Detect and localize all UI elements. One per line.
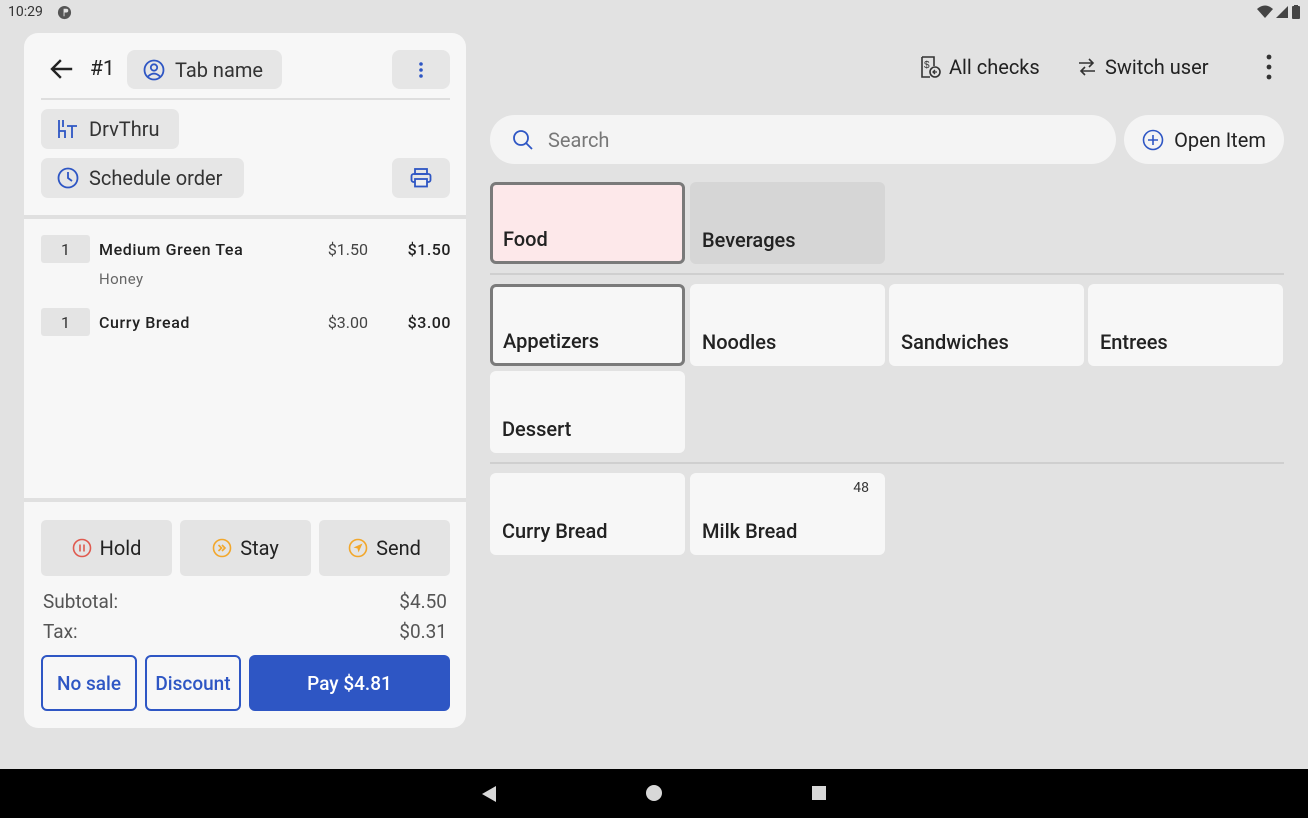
vertical-dots-icon	[419, 61, 423, 78]
open-item-label: Open Item	[1174, 127, 1266, 152]
back-button[interactable]	[46, 55, 76, 83]
item-total-price: $3.00	[407, 313, 451, 332]
all-checks-button[interactable]: $ All checks	[919, 50, 1040, 84]
order-number: #1	[90, 57, 115, 81]
item-quantity[interactable]: 1	[41, 235, 90, 263]
person-circle-icon	[143, 59, 165, 80]
category-noodles[interactable]: Noodles	[690, 284, 885, 366]
switch-user-button[interactable]: Switch user	[1077, 50, 1209, 84]
send-label: Send	[376, 536, 421, 560]
switch-user-label: Switch user	[1105, 55, 1209, 79]
tax-label: Tax:	[43, 620, 78, 643]
category-dessert[interactable]: Dessert	[490, 371, 685, 453]
search-icon	[513, 129, 533, 150]
tile-label: Noodles	[702, 330, 777, 354]
menu-group-beverages[interactable]: Beverages	[690, 182, 885, 264]
battery-icon	[1292, 5, 1300, 19]
print-button[interactable]	[392, 158, 450, 198]
tile-label: Food	[503, 227, 548, 251]
status-bar: 10:29	[0, 0, 1308, 26]
vertical-dots-icon	[1266, 54, 1272, 80]
wifi-icon	[1257, 5, 1273, 18]
category-appetizers[interactable]: Appetizers	[490, 284, 685, 366]
category-sandwiches[interactable]: Sandwiches	[889, 284, 1084, 366]
pay-button[interactable]: Pay $4.81	[249, 655, 450, 711]
clock-icon	[57, 167, 79, 189]
overflow-menu-button[interactable]	[1258, 50, 1280, 84]
subtotal-value: $4.50	[399, 590, 447, 613]
svg-text:$: $	[924, 60, 930, 71]
subtotal-label: Subtotal:	[43, 590, 119, 613]
grid-divider	[490, 462, 1284, 464]
section-divider	[24, 215, 466, 219]
dining-option-button[interactable]: DrvThru	[41, 109, 179, 149]
tax-value: $0.31	[399, 620, 447, 643]
send-button[interactable]: Send	[319, 520, 450, 576]
dining-option-label: DrvThru	[89, 117, 160, 141]
nav-home-icon[interactable]	[646, 785, 662, 801]
receipt-icon: $	[921, 56, 941, 78]
tile-label: Appetizers	[503, 329, 600, 353]
swap-arrows-icon	[1079, 58, 1095, 76]
tile-label: Entrees	[1100, 330, 1168, 354]
discount-button[interactable]: Discount	[145, 655, 241, 711]
category-entrees[interactable]: Entrees	[1088, 284, 1283, 366]
tile-label: Dessert	[502, 417, 572, 441]
tab-name-label: Tab name	[175, 57, 263, 82]
order-panel: #1 Tab name DrvThru Schedule order 1 Med…	[24, 33, 466, 728]
tile-label: Sandwiches	[901, 330, 1009, 354]
no-sale-button[interactable]: No sale	[41, 655, 137, 711]
hold-label: Hold	[99, 536, 142, 560]
item-unit-price: $3.00	[327, 313, 368, 332]
status-time: 10:29	[8, 4, 43, 20]
line-item[interactable]: 1 Curry Bread $3.00 $3.00	[41, 308, 451, 338]
stay-button[interactable]: Stay	[180, 520, 311, 576]
dining-table-icon	[58, 120, 77, 138]
item-name: Medium Green Tea	[99, 240, 244, 259]
schedule-order-label: Schedule order	[89, 166, 223, 190]
app-status-icon	[57, 5, 72, 20]
section-divider	[24, 498, 466, 502]
search-bar[interactable]	[490, 115, 1116, 164]
item-unit-price: $1.50	[327, 240, 368, 259]
menu-group-food[interactable]: Food	[490, 182, 685, 264]
send-circle-icon	[348, 538, 368, 558]
nav-recents-icon[interactable]	[812, 786, 826, 800]
tab-name-button[interactable]: Tab name	[127, 50, 282, 89]
printer-icon	[410, 168, 432, 188]
status-icons	[1257, 5, 1300, 19]
tile-label: Milk Bread	[702, 519, 798, 543]
grid-divider	[490, 273, 1284, 275]
order-menu-button[interactable]	[392, 50, 450, 89]
item-total-price: $1.50	[407, 240, 451, 259]
stock-count-badge: 48	[853, 480, 869, 496]
open-item-button[interactable]: Open Item	[1124, 115, 1284, 164]
product-milk-bread[interactable]: 48 Milk Bread	[690, 473, 885, 555]
pause-circle-icon	[72, 538, 91, 558]
search-input[interactable]	[548, 127, 1068, 152]
item-modifier: Honey	[99, 270, 144, 288]
fast-forward-circle-icon	[212, 538, 232, 558]
tile-label: Beverages	[702, 228, 796, 252]
schedule-order-button[interactable]: Schedule order	[41, 158, 244, 198]
order-header: #1 Tab name	[24, 33, 466, 99]
line-item[interactable]: 1 Medium Green Tea $1.50 $1.50 Honey	[41, 235, 451, 293]
nav-back-icon[interactable]	[480, 785, 498, 803]
all-checks-label: All checks	[949, 55, 1040, 79]
item-name: Curry Bread	[99, 313, 191, 332]
stay-label: Stay	[240, 536, 279, 560]
system-nav-bar	[0, 769, 1308, 818]
product-curry-bread[interactable]: Curry Bread	[490, 473, 685, 555]
plus-circle-icon	[1142, 129, 1164, 150]
hold-button[interactable]: Hold	[41, 520, 172, 576]
item-quantity[interactable]: 1	[41, 308, 90, 336]
header-divider	[41, 98, 450, 100]
arrow-left-icon	[50, 59, 73, 79]
signal-icon	[1276, 6, 1288, 18]
tile-label: Curry Bread	[502, 519, 608, 543]
